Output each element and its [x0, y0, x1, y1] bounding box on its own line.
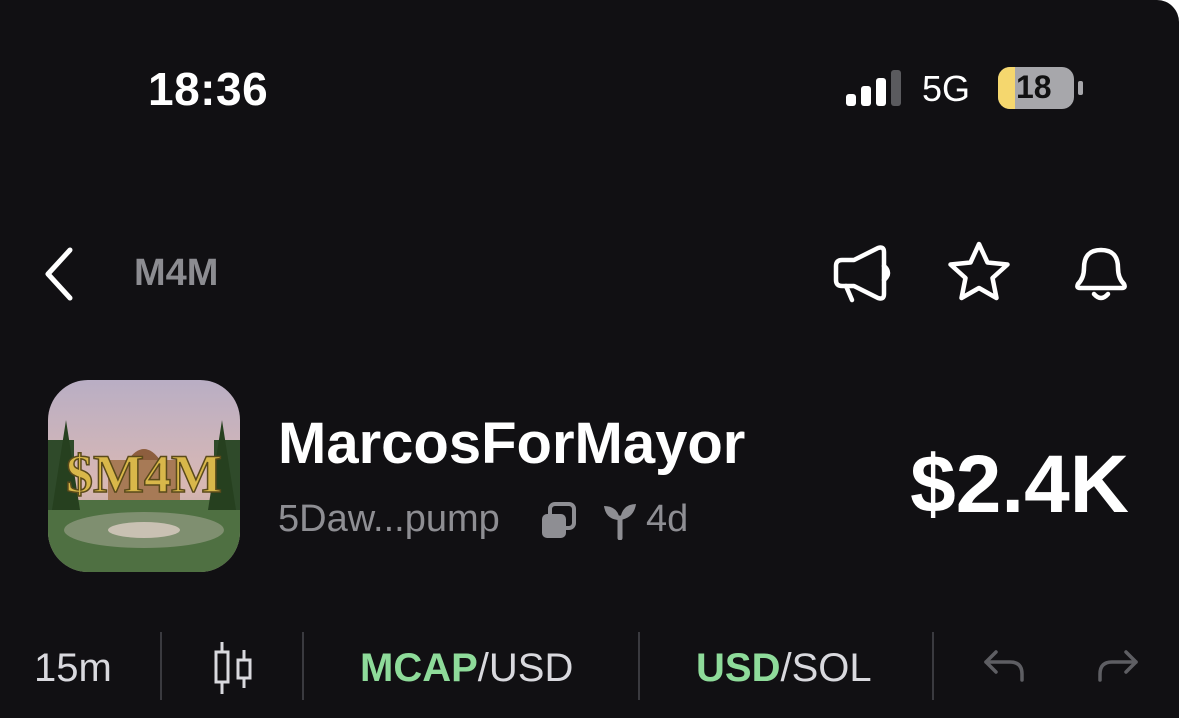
megaphone-icon[interactable] [826, 238, 896, 308]
market-cap-value: $2.4K [910, 439, 1129, 530]
candlestick-icon[interactable] [212, 640, 254, 696]
bell-icon[interactable] [1066, 238, 1136, 308]
star-icon[interactable] [944, 238, 1014, 308]
token-age: 4d [646, 498, 689, 540]
currency-label: USD [696, 646, 781, 690]
mcap-unit: /USD [477, 646, 574, 690]
toolbar-divider [302, 632, 304, 700]
usd-sol-toggle[interactable]: USD/SOL [696, 646, 872, 691]
interval-selector[interactable]: 15m [34, 646, 112, 691]
app-screen: 18:36 5G 18 M4M $M4M MarcosForMayor 5Daw… [0, 0, 1179, 718]
network-type: 5G [922, 68, 971, 109]
toolbar-divider [932, 632, 934, 700]
chevron-left-icon[interactable] [38, 244, 82, 304]
mcap-usd-toggle[interactable]: MCAP/USD [360, 646, 573, 691]
copy-icon[interactable] [538, 500, 580, 542]
undo-icon[interactable] [982, 648, 1026, 684]
currency-unit: /SOL [780, 646, 872, 690]
token-name: MarcosForMayor [278, 411, 746, 476]
signal-icon [846, 70, 901, 106]
token-avatar: $M4M [48, 380, 240, 572]
status-time: 18:36 [148, 63, 269, 115]
token-address[interactable]: 5Daw...pump [278, 498, 500, 541]
sprout-icon [604, 504, 636, 540]
redo-icon[interactable] [1096, 648, 1140, 684]
mcap-label: MCAP [360, 646, 478, 690]
battery-level: 18 [1016, 69, 1052, 105]
avatar-ticker-art: $M4M [66, 444, 222, 504]
toolbar-divider [160, 632, 162, 700]
page-title: M4M [134, 252, 219, 294]
toolbar-divider [638, 632, 640, 700]
